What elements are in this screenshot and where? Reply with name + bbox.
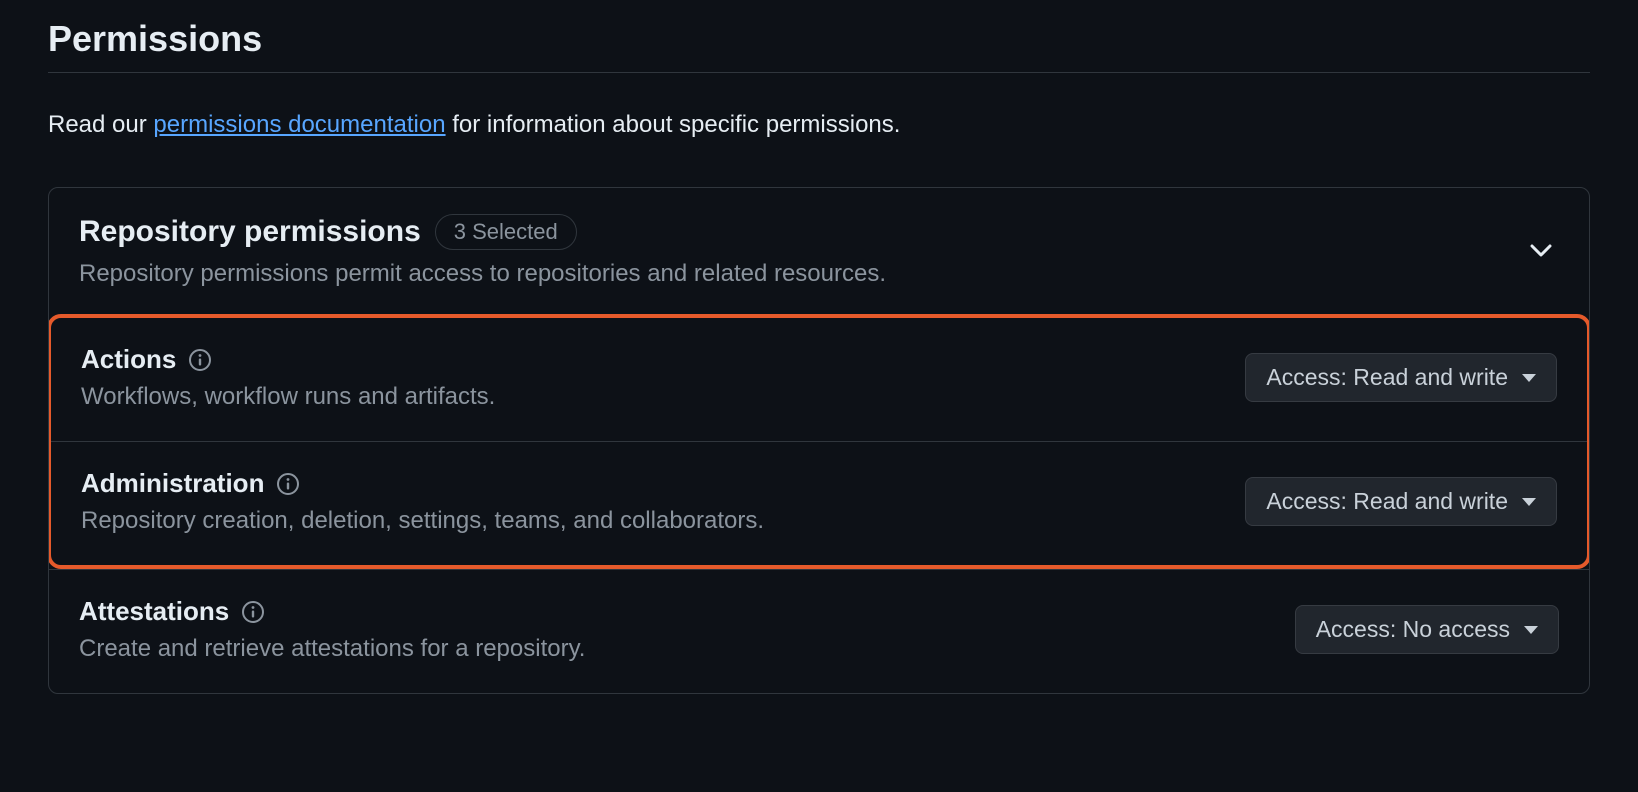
intro-suffix: for information about specific permissio… [446, 111, 901, 138]
permission-title: Attestations [79, 596, 229, 627]
info-icon[interactable] [188, 348, 212, 372]
intro-text: Read our permissions documentation for i… [48, 111, 1590, 139]
permission-row-actions: Actions Workflows, workflow runs and art… [51, 318, 1587, 441]
permission-row-administration: Administration Repository creation, dele… [51, 441, 1587, 565]
info-icon[interactable] [276, 472, 300, 496]
permissions-doc-link[interactable]: permissions documentation [153, 111, 445, 138]
permission-row-attestations: Attestations Create and retrieve attesta… [49, 569, 1589, 693]
section-description: Repository permissions permit access to … [79, 260, 886, 288]
page-title: Permissions [48, 18, 1590, 73]
caret-down-icon [1522, 498, 1536, 506]
permission-description: Workflows, workflow runs and artifacts. [81, 383, 495, 411]
access-dropdown-actions[interactable]: Access: Read and write [1245, 353, 1557, 402]
intro-prefix: Read our [48, 111, 153, 138]
caret-down-icon [1522, 374, 1536, 382]
info-icon[interactable] [241, 600, 265, 624]
access-label: Access: Read and write [1266, 364, 1508, 391]
access-label: Access: Read and write [1266, 488, 1508, 515]
access-label: Access: No access [1316, 616, 1510, 643]
repository-permissions-panel: Repository permissions 3 Selected Reposi… [48, 187, 1590, 694]
access-dropdown-administration[interactable]: Access: Read and write [1245, 477, 1557, 526]
highlighted-permissions: Actions Workflows, workflow runs and art… [48, 314, 1590, 569]
permission-title: Administration [81, 468, 264, 499]
section-title: Repository permissions [79, 215, 421, 249]
permission-description: Create and retrieve attestations for a r… [79, 635, 585, 663]
chevron-down-icon [1527, 237, 1555, 265]
permission-title: Actions [81, 344, 176, 375]
caret-down-icon [1524, 626, 1538, 634]
permission-description: Repository creation, deletion, settings,… [81, 507, 764, 535]
selected-count-badge: 3 Selected [435, 214, 577, 250]
access-dropdown-attestations[interactable]: Access: No access [1295, 605, 1559, 654]
repository-permissions-header[interactable]: Repository permissions 3 Selected Reposi… [49, 188, 1589, 314]
